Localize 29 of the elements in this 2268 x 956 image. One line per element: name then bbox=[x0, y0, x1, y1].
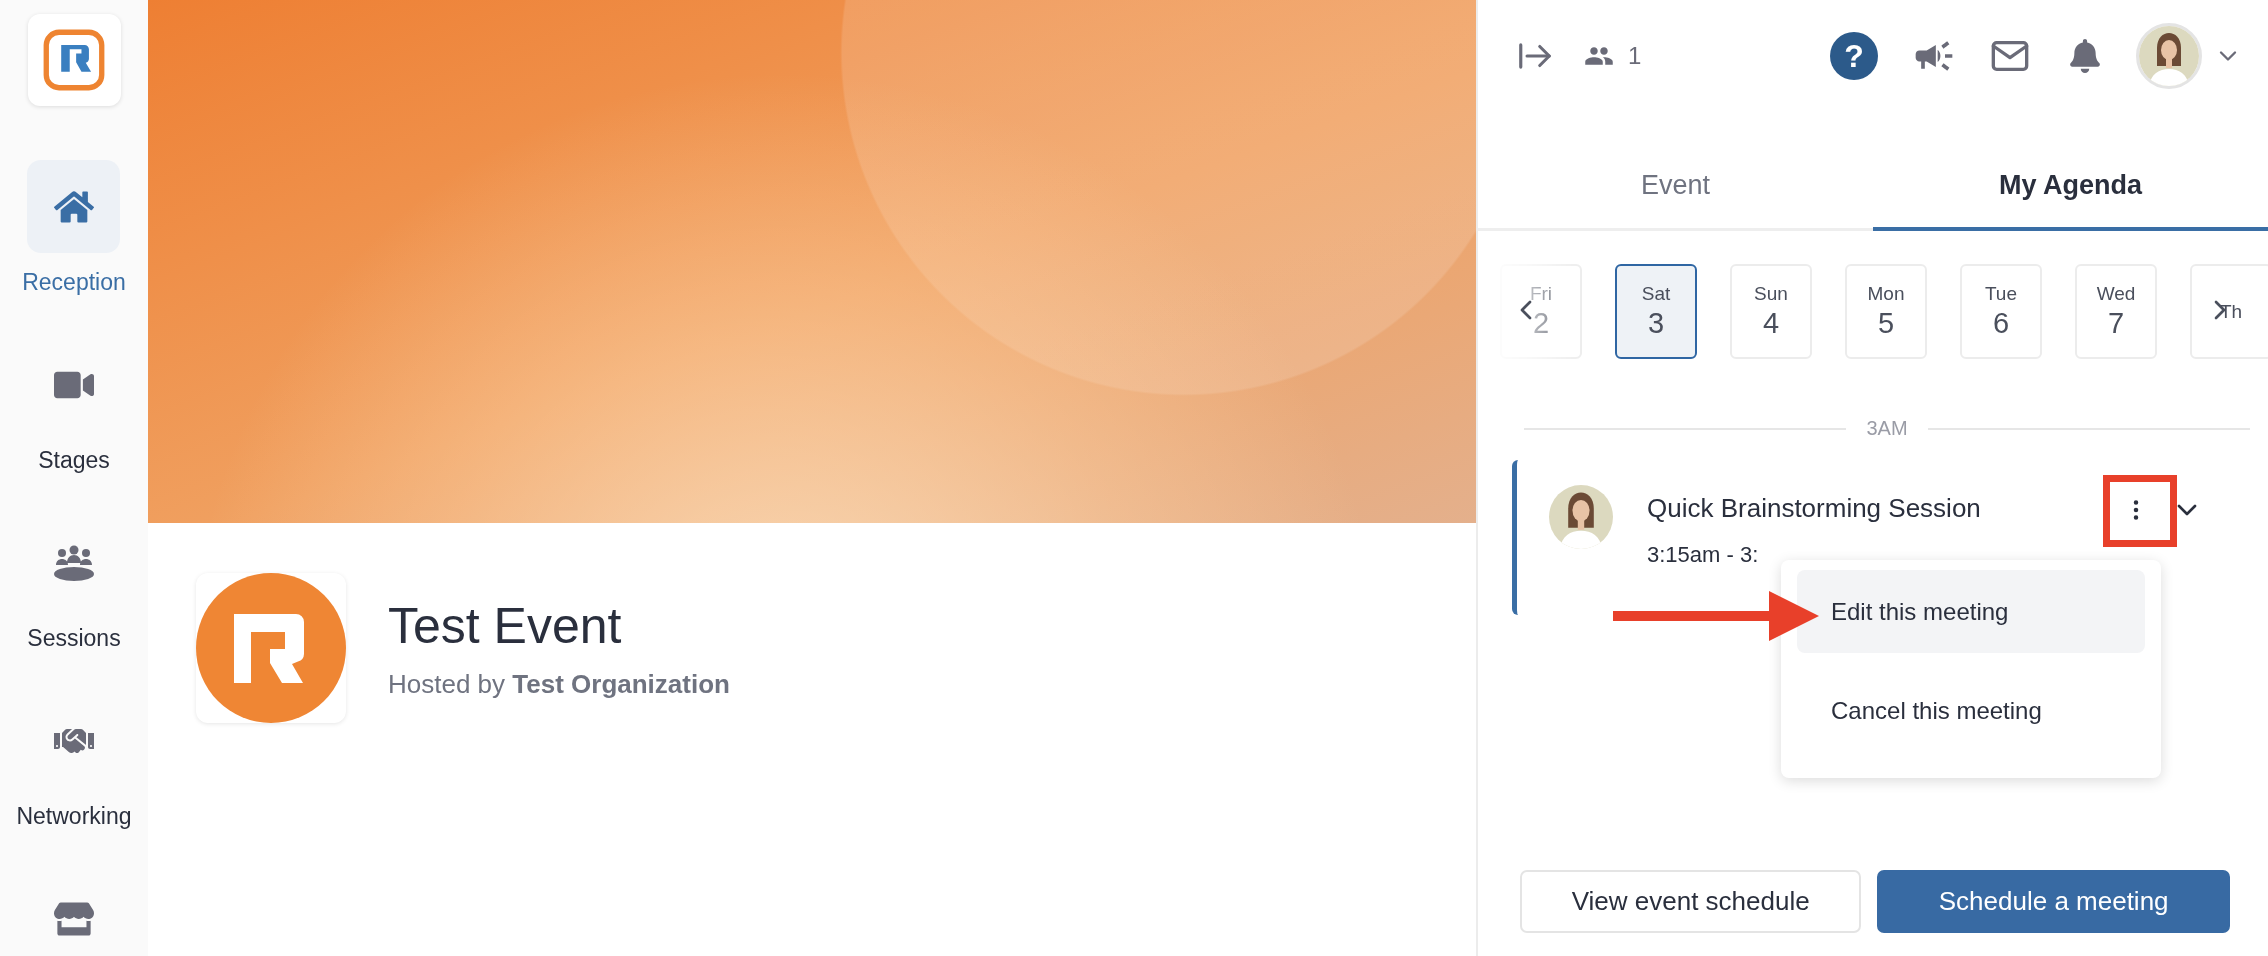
attendee-count: 1 bbox=[1628, 42, 1642, 70]
nav-label[interactable]: Sessions bbox=[27, 625, 121, 652]
meeting-time: 3:15am - 3: bbox=[1647, 542, 1760, 568]
menu-item[interactable]: Edit this meeting bbox=[1797, 570, 2145, 653]
logo-icon bbox=[196, 573, 346, 723]
help-button[interactable]: ? bbox=[1830, 32, 1878, 80]
action-button[interactable]: Schedule a meeting bbox=[1877, 870, 2230, 933]
date-chip[interactable]: Sat 3 bbox=[1615, 264, 1697, 359]
nav-label[interactable]: Networking bbox=[16, 803, 132, 830]
user-avatar[interactable] bbox=[2136, 23, 2202, 89]
nav-label[interactable]: Reception bbox=[22, 269, 126, 296]
nav-label[interactable]: Stages bbox=[38, 447, 110, 474]
nav-item[interactable] bbox=[27, 160, 121, 253]
logo-icon bbox=[42, 28, 106, 92]
date-chip[interactable]: Wed 7 bbox=[2075, 264, 2157, 359]
tab[interactable]: Event bbox=[1478, 158, 1873, 231]
notification-bell-icon[interactable] bbox=[2068, 39, 2102, 73]
action-button[interactable]: View event schedule bbox=[1520, 870, 1862, 933]
logo-tile[interactable] bbox=[27, 14, 121, 106]
host-line: Hosted by Test Organization bbox=[388, 668, 730, 700]
meeting-title: Quick Brainstorming Session bbox=[1647, 493, 1981, 524]
date-chip[interactable]: Tue 6 bbox=[1960, 264, 2042, 359]
date-chip[interactable]: Mon 5 bbox=[1845, 264, 1927, 359]
time-marker: 3AM bbox=[1866, 417, 1908, 440]
menu-item[interactable]: Cancel this meeting bbox=[1797, 669, 2145, 752]
tab[interactable]: My Agenda bbox=[1873, 158, 2268, 231]
date-chip[interactable]: Sun 4 bbox=[1730, 264, 1812, 359]
date-chip[interactable]: Th bbox=[2190, 264, 2268, 359]
event-title: Test Event bbox=[388, 596, 623, 655]
